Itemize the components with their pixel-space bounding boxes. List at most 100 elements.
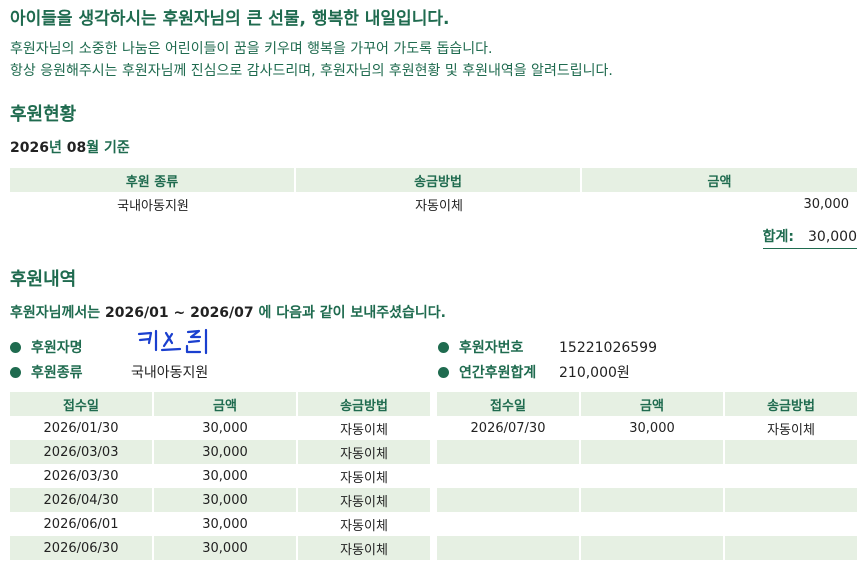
cell-amount: 30,000 [154,512,298,536]
status-total: 합계: 30,000 [762,226,857,249]
table-row: 2026/03/03 30,000 자동이체 [10,440,430,464]
cell-amount: 30,000 [154,464,298,488]
intro-line-1: 후원자님의 소중한 나눔은 어린이들이 꿈을 키우며 행복을 가꾸어 가도록 돕… [10,41,493,57]
cell-date: 2026/04/30 [10,488,154,512]
cell-amount: 30,000 [581,416,725,440]
cell-type: 국내아동지원 [117,198,189,214]
status-year: 2026 [10,140,49,156]
cell-date: 2026/07/30 [437,416,581,440]
status-section-title: 후원현황 [10,104,77,125]
table-row [437,536,857,560]
annual-total-row: 연간후원합계 210,000원 [438,362,630,382]
cell-date: 2026/03/30 [10,464,154,488]
table-row: 2026/04/30 30,000 자동이체 [10,488,430,512]
cell-method: 자동이체 [767,422,815,438]
cell-amount [581,536,725,560]
cell-date [437,440,581,464]
cell-method: 자동이체 [340,518,388,534]
status-date-suffix: 기준 [103,140,130,156]
col-header-date: 접수일 [437,392,581,416]
table-row: 2026/01/30 30,000 자동이체 [10,416,430,440]
table-row [437,488,857,512]
cell-amount [581,440,725,464]
status-date-line: 2026년 08월 기준 [10,137,130,157]
table-row: 국내아동지원 자동이체 30,000 [10,192,857,216]
status-year-unit: 년 [48,140,62,156]
donor-type-value: 국내아동지원 [131,365,209,381]
donor-name-label: 후원자명 [31,340,83,356]
col-header-method: 송금방법 [298,392,430,416]
history-table-header: 접수일 금액 송금방법 [437,392,857,416]
total-value: 30,000 [808,229,857,245]
table-row: 2026/06/30 30,000 자동이체 [10,536,430,560]
history-table-header: 접수일 금액 송금방법 [10,392,430,416]
intro-line-2: 항상 응원해주시는 후원자님께 진심으로 감사드리며, 후원자님의 후원현황 및… [10,63,613,79]
cell-date [437,464,581,488]
cell-date: 2026/06/01 [10,512,154,536]
donor-type-label: 후원종류 [31,365,83,381]
cell-method: 자동이체 [340,470,388,486]
total-label: 합계: [762,229,794,245]
cell-amount: 30,000 [154,416,298,440]
status-table-header: 후원 종류 송금방법 금액 [10,168,857,192]
col-header-amount: 금액 [154,392,298,416]
status-table: 후원 종류 송금방법 금액 국내아동지원 자동이체 30,000 [10,168,857,216]
col-header-amount: 금액 [582,168,857,192]
annual-total-label: 연간후원합계 [459,365,537,381]
cell-method [725,488,857,512]
period-suffix: 에 다음과 같이 보내주셨습니다. [258,305,446,321]
history-period-line: 후원자님께서는 2026/01 ~ 2026/07 에 다음과 같이 보내주셨습… [10,302,446,322]
cell-date: 2026/01/30 [10,416,154,440]
table-row [437,440,857,464]
history-section-title: 후원내역 [10,269,77,290]
donor-name-row: 후원자명 [10,337,83,357]
cell-method [725,512,857,536]
cell-date [437,536,581,560]
col-header-amount: 금액 [581,392,725,416]
table-row [437,464,857,488]
cell-method: 자동이체 [298,440,430,464]
cell-amount: 30,000 [154,440,298,464]
cell-method [725,536,857,560]
cell-method [725,464,857,488]
col-header-date: 접수일 [10,392,154,416]
col-header-type: 후원 종류 [10,168,296,192]
donor-number-value: 15221026599 [559,340,657,356]
col-header-method: 송금방법 [725,392,857,416]
history-table-left: 접수일 금액 송금방법 2026/01/30 30,000 자동이체 2026/03… [10,392,430,560]
cell-method: 자동이체 [298,536,430,560]
status-month: 08 [66,140,87,156]
bullet-icon [10,367,21,378]
cell-method: 자동이체 [340,422,388,438]
cell-date [437,488,581,512]
annual-total-value: 210,000원 [559,365,630,381]
bullet-icon [10,342,21,353]
table-row [437,512,857,536]
cell-date: 2026/06/30 [10,536,154,560]
period-prefix: 후원자님께서는 [10,305,101,321]
cell-amount: 30,000 [803,196,850,212]
history-table-right: 접수일 금액 송금방법 2026/07/30 30,000 자동이체 [437,392,857,560]
cell-date [437,512,581,536]
bullet-icon [438,342,449,353]
period-range: 2026/01 ~ 2026/07 [105,305,254,321]
table-row: 2026/03/30 30,000 자동이체 [10,464,430,488]
table-row: 2026/07/30 30,000 자동이체 [437,416,857,440]
cell-method [725,440,857,464]
table-row: 2026/06/01 30,000 자동이체 [10,512,430,536]
intro-text: 후원자님의 소중한 나눔은 어린이들이 꿈을 키우며 행복을 가꾸어 가도록 돕… [10,38,613,82]
headline: 아이들을 생각하시는 후원자님의 큰 선물, 행복한 내일입니다. [10,9,450,29]
cell-method: 자동이체 [415,198,463,214]
donor-number-row: 후원자번호 15221026599 [438,337,657,357]
col-header-method: 송금방법 [296,168,582,192]
cell-amount [581,464,725,488]
cell-amount [581,512,725,536]
bullet-icon [438,367,449,378]
cell-method: 자동이체 [298,488,430,512]
donor-number-label: 후원자번호 [459,340,524,356]
cell-amount: 30,000 [154,488,298,512]
cell-amount [581,488,725,512]
cell-date: 2026/03/03 [10,440,154,464]
cell-amount: 30,000 [154,536,298,560]
donor-type-row: 후원종류 국내아동지원 [10,362,208,382]
